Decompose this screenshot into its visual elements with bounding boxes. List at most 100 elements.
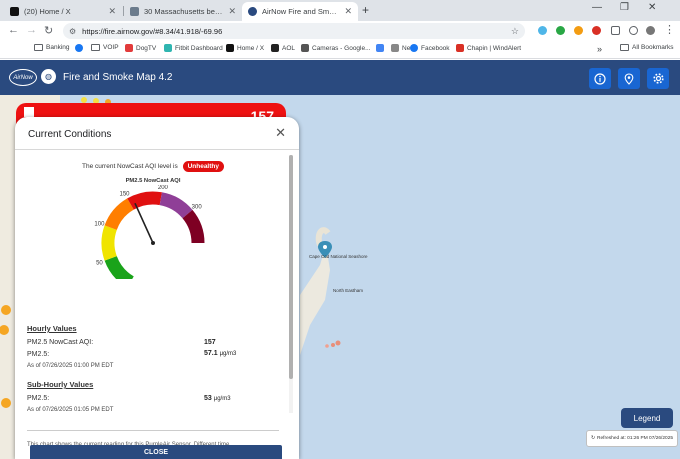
news-site-icon [130,7,139,16]
folder-icon [91,44,100,51]
map-label-seashore: Cape Cod National Seashore [309,254,368,259]
info-button[interactable] [589,68,611,89]
extensions-puzzle-icon[interactable] [611,26,620,35]
back-arrow-icon[interactable]: ← [8,24,19,36]
more-bookmarks-chevron-icon[interactable]: » [597,44,602,54]
sensor-marker[interactable] [1,398,11,408]
folder-icon [34,44,43,51]
reload-icon[interactable]: ↻ [44,24,53,37]
sensor-marker[interactable] [335,340,341,346]
close-tab-icon[interactable]: ✕ [228,6,236,17]
sidebar-panel-icon[interactable] [629,26,638,35]
close-tab-icon[interactable]: ✕ [108,6,116,17]
x-logo-icon [226,44,234,52]
close-tab-icon[interactable]: ✕ [344,6,352,17]
fire-smoke-logo-icon: ◍ [41,69,56,84]
address-bar[interactable]: ⚙ https://fire.airnow.gov/#8.34/41.918/-… [63,23,525,39]
red-extension-icon[interactable] [592,26,601,35]
settings-gear-icon [652,73,664,84]
bookmark-all-bookmarks[interactable]: All Bookmarks [620,44,674,51]
browser-toolbar: ← → ↻ ⚙ https://fire.airnow.gov/#8.34/41… [0,21,680,41]
minimize-icon[interactable]: — [592,2,602,13]
gauge-needle [134,203,154,244]
facebook-icon [75,44,83,52]
nowcast-status-line: The current NowCast AQI level is Unhealt… [15,161,291,172]
sensor-marker[interactable] [331,343,335,347]
tab-home-x[interactable]: (20) Home / X ✕ [4,2,122,21]
gauge-tick-label: 200 [158,185,169,191]
bookmark-fitbit[interactable]: Fitbit Dashboard [164,44,223,52]
folder-icon [620,44,629,51]
bookmark-home-x[interactable]: Home / X [226,44,264,52]
bookmark-label: Fitbit Dashboard [175,44,223,52]
bookmark-aol[interactable]: AOL [271,44,295,52]
bookmark-facebook[interactable]: Facebook [410,44,450,52]
hourly-pm25-value: 57.1 μg/m3 [204,350,236,357]
divider [27,430,279,431]
site-info-icon[interactable]: ⚙ [69,27,76,36]
facebook-icon [410,44,418,52]
cape-cod-land [300,245,330,355]
value-unit: μg/m3 [213,396,231,402]
tab-airnow[interactable]: AirNow Fire and Smoke Map ✕ [242,2,358,21]
profile-avatar[interactable] [646,26,655,35]
check-extension-icon[interactable] [556,26,565,35]
location-pin-icon [624,72,634,85]
url-text[interactable]: https://fire.airnow.gov/#8.34/41.918/-69… [82,27,511,36]
refreshed-status: ↻ Refreshed at: 01:26 PM 07/26/2025 [586,430,678,447]
subhourly-values-heading: Sub-Hourly Values [27,380,94,389]
bookmark-star-icon[interactable]: ☆ [511,26,519,37]
window-close-icon[interactable]: ✕ [648,2,656,13]
gauge-band [182,209,205,244]
legend-button[interactable]: Legend [621,408,673,428]
modal-title: Current Conditions [28,129,112,140]
aqi-category-badge: Unhealthy [182,161,224,172]
forward-arrow-icon[interactable]: → [26,24,37,36]
gauge-band [104,255,135,279]
bookmark-cameras[interactable]: Cameras - Google... [301,44,371,52]
cloud-extension-icon[interactable] [538,26,547,35]
google-icon [376,44,384,52]
more-menu-icon[interactable]: ⋮ [664,23,675,36]
gauge-tick-label: 100 [94,222,105,228]
restore-icon[interactable]: ❐ [620,2,629,13]
sensor-marker[interactable] [1,305,11,315]
airnow-logo[interactable]: AirNow [9,69,37,86]
windalert-icon [456,44,464,52]
close-icon[interactable]: ✕ [275,125,286,141]
bookmark-label: All Bookmarks [632,44,674,51]
current-conditions-modal: Current Conditions ✕ The current NowCast… [15,117,299,459]
bookmark-dogtv[interactable]: DogTV [125,44,156,52]
bookmark-label: Chapin | WindAlert [467,44,522,52]
gauge-band [159,192,193,219]
gauge-hub [151,241,155,245]
bookmark-banking[interactable]: Banking [34,44,70,51]
close-button[interactable]: CLOSE [30,445,282,459]
fitbit-icon [164,44,172,52]
bookmark-facebook-icon-only[interactable] [75,44,86,52]
orange-extension-icon[interactable] [574,26,583,35]
scrollbar-thumb[interactable] [289,155,293,379]
gauge-tick-label: 50 [96,260,103,266]
hourly-pm25-label: PM2.5: [27,351,50,358]
subhourly-pm25-value: 53 μg/m3 [204,395,231,402]
value-number: 53 [204,395,212,402]
divider [15,149,299,150]
sensor-marker[interactable] [325,344,329,348]
camera-icon [301,44,309,52]
new-tab-plus-icon[interactable]: + [362,3,369,17]
bookmark-google-icon-only[interactable] [376,44,387,52]
bookmark-label: Facebook [421,44,450,52]
bookmark-windalert[interactable]: Chapin | WindAlert [456,44,521,52]
location-button[interactable] [618,68,640,89]
settings-button[interactable] [647,68,669,89]
tab-massachusetts-beaches[interactable]: 30 Massachusetts beaches closed ✕ [124,2,242,21]
airnow-favicon-icon [248,7,257,16]
gauge-tick-label: 150 [119,192,130,198]
info-icon [594,72,606,85]
refreshed-text: Refreshed at: 01:26 PM 07/26/2025 [597,436,674,441]
bookmark-voip[interactable]: VOIP [91,44,119,51]
gauge-tick-label: 300 [192,204,203,210]
nowcast-text: The current NowCast AQI level is [82,163,178,170]
bookmark-label: Cameras - Google... [312,44,371,52]
